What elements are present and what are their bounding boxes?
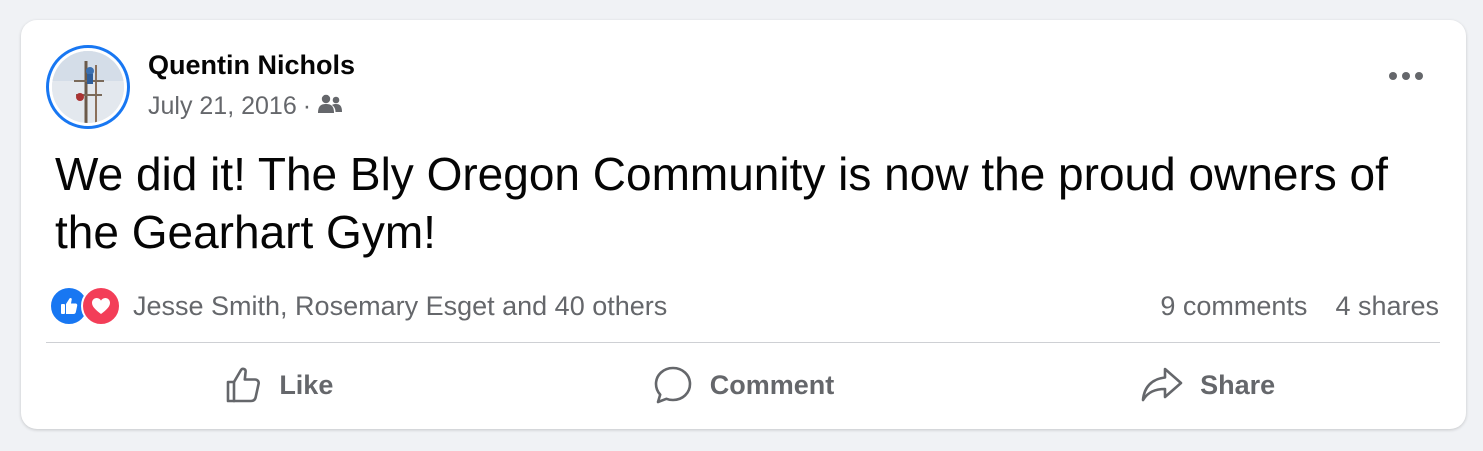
author-name[interactable]: Quentin Nichols [148, 50, 355, 81]
share-button[interactable]: Share [975, 353, 1440, 417]
comment-icon [654, 366, 692, 404]
avatar-image [52, 51, 124, 123]
comment-label: Comment [709, 369, 835, 400]
post-card: Quentin Nichols July 21, 2016 · We did i… [21, 20, 1466, 429]
reaction-names[interactable]: Jesse Smith, Rosemary Esget and 40 other… [133, 291, 667, 322]
more-options-icon[interactable] [1386, 64, 1426, 88]
friends-icon[interactable] [317, 92, 343, 121]
action-bar: Like Comment Share [46, 353, 1440, 417]
share-label: Share [1200, 369, 1276, 400]
share-icon [1141, 367, 1183, 402]
reactions-bar: Jesse Smith, Rosemary Esget and 40 other… [49, 286, 1439, 326]
reaction-icons [49, 286, 121, 326]
meta-separator: · [302, 92, 312, 120]
post-meta: July 21, 2016 · [148, 92, 343, 121]
reactions-summary[interactable]: Jesse Smith, Rosemary Esget and 40 other… [49, 286, 667, 326]
comments-count[interactable]: 9 comments [1160, 291, 1307, 322]
engagement-counts: 9 comments 4 shares [1160, 291, 1439, 322]
comment-button[interactable]: Comment [511, 353, 976, 417]
shares-count[interactable]: 4 shares [1335, 291, 1439, 322]
like-button[interactable]: Like [46, 353, 511, 417]
divider [46, 342, 1440, 343]
like-label: Like [279, 369, 334, 400]
author-avatar[interactable] [46, 45, 130, 129]
love-reaction-icon [81, 286, 121, 326]
post-date[interactable]: July 21, 2016 [148, 92, 297, 121]
post-text: We did it! The Bly Oregon Community is n… [55, 148, 1388, 258]
thumbs-up-icon [227, 367, 261, 403]
